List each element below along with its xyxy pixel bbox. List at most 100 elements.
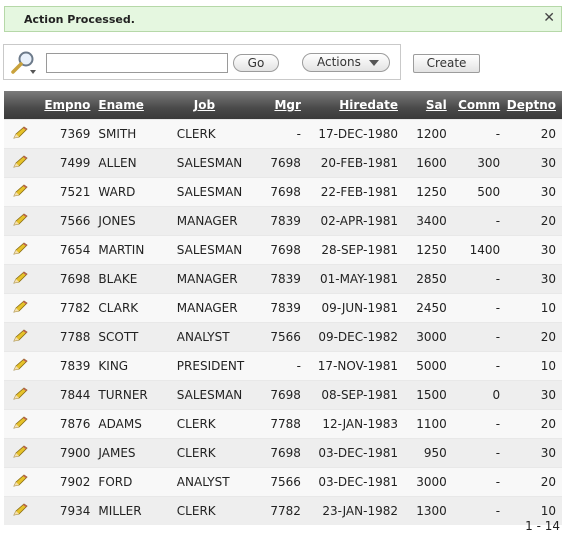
- table-row: 7654 MARTIN SALESMAN 7698 28-SEP-1981 1250 140…: [4, 235, 562, 265]
- cell-job: MANAGER: [168, 264, 266, 294]
- close-icon[interactable]: ✕: [543, 9, 555, 27]
- cell-mgr: 7839: [265, 293, 303, 323]
- cell-sal: 5000: [399, 351, 449, 381]
- cell-job: ANALYST: [168, 322, 266, 352]
- pencil-icon[interactable]: [12, 299, 29, 314]
- pencil-icon[interactable]: [12, 386, 29, 401]
- cell-sal: 950: [399, 438, 449, 468]
- cell-comm: -: [448, 293, 503, 323]
- column-header-empno[interactable]: Empno: [36, 91, 93, 120]
- cell-empno: 7369: [36, 119, 93, 149]
- cell-deptno: 20: [502, 119, 562, 149]
- cell-mgr: 7566: [265, 467, 303, 497]
- table-row: 7934 MILLER CLERK 7782 23-JAN-1982 1300-10: [4, 496, 562, 525]
- cell-comm: -: [448, 264, 503, 294]
- edit-cell: [4, 235, 37, 265]
- table-row: 7902 FORD ANALYST 7566 03-DEC-1981 3000-20: [4, 467, 562, 497]
- cell-hiredate: 22-FEB-1981: [302, 177, 400, 207]
- cell-ename: JAMES: [92, 438, 169, 468]
- cell-job: SALESMAN: [168, 380, 266, 410]
- success-banner: Action Processed. ✕: [4, 6, 562, 32]
- pencil-icon[interactable]: [12, 154, 29, 169]
- edit-cell: [4, 322, 37, 352]
- pencil-icon[interactable]: [12, 415, 29, 430]
- cell-empno: 7902: [36, 467, 93, 497]
- cell-empno: 7788: [36, 322, 93, 352]
- column-header-deptno[interactable]: Deptno: [502, 91, 562, 120]
- magnifier-icon[interactable]: [10, 50, 38, 76]
- cell-hiredate: 12-JAN-1983: [302, 409, 400, 439]
- cell-hiredate: 01-MAY-1981: [302, 264, 400, 294]
- cell-job: MANAGER: [168, 293, 266, 323]
- cell-hiredate: 28-SEP-1981: [302, 235, 400, 265]
- actions-menu-button[interactable]: Actions: [302, 53, 390, 72]
- cell-comm: -: [448, 206, 503, 236]
- column-header-job[interactable]: Job: [168, 91, 266, 120]
- pencil-icon[interactable]: [12, 502, 29, 517]
- pencil-icon[interactable]: [12, 125, 29, 140]
- table-row: 7369 SMITH CLERK -17-DEC-1980 1200-20: [4, 119, 562, 149]
- go-button[interactable]: Go: [233, 54, 279, 72]
- cell-job: MANAGER: [168, 206, 266, 236]
- cell-deptno: 30: [502, 264, 562, 294]
- edit-cell: [4, 119, 37, 149]
- create-button[interactable]: Create: [413, 54, 480, 73]
- cell-job: SALESMAN: [168, 235, 266, 265]
- cell-hiredate: 08-SEP-1981: [302, 380, 400, 410]
- pencil-icon[interactable]: [12, 444, 29, 459]
- pagination-range: 1 - 14: [525, 519, 560, 533]
- pencil-icon[interactable]: [12, 357, 29, 372]
- pencil-icon[interactable]: [12, 241, 29, 256]
- cell-empno: 7782: [36, 293, 93, 323]
- edit-cell: [4, 264, 37, 294]
- edit-cell: [4, 177, 37, 207]
- cell-ename: SCOTT: [92, 322, 169, 352]
- cell-ename: ALLEN: [92, 148, 169, 178]
- cell-empno: 7876: [36, 409, 93, 439]
- cell-comm: -: [448, 409, 503, 439]
- cell-deptno: 20: [502, 206, 562, 236]
- table-header-row: Empno Ename Job Mgr Hiredate Sal Comm De…: [4, 91, 562, 120]
- pencil-icon[interactable]: [12, 328, 29, 343]
- cell-mgr: 7698: [265, 148, 303, 178]
- cell-mgr: 7839: [265, 206, 303, 236]
- column-header-ename[interactable]: Ename: [92, 91, 169, 120]
- cell-comm: 500: [448, 177, 503, 207]
- cell-sal: 3000: [399, 467, 449, 497]
- table-row: 7521 WARD SALESMAN 7698 22-FEB-1981 1250 500 30: [4, 177, 562, 207]
- cell-comm: 1400: [448, 235, 503, 265]
- cell-sal: 1600: [399, 148, 449, 178]
- cell-mgr: -: [265, 119, 303, 149]
- pencil-icon[interactable]: [12, 473, 29, 488]
- cell-ename: ADAMS: [92, 409, 169, 439]
- pencil-icon[interactable]: [12, 270, 29, 285]
- search-input[interactable]: [46, 53, 228, 73]
- cell-deptno: 30: [502, 438, 562, 468]
- cell-mgr: 7698: [265, 380, 303, 410]
- edit-cell: [4, 293, 37, 323]
- column-header-sal[interactable]: Sal: [399, 91, 449, 120]
- cell-job: ANALYST: [168, 467, 266, 497]
- cell-deptno: 30: [502, 235, 562, 265]
- cell-job: CLERK: [168, 496, 266, 525]
- cell-ename: MILLER: [92, 496, 169, 525]
- cell-sal: 1200: [399, 119, 449, 149]
- edit-column-header: [4, 91, 37, 120]
- pencil-icon[interactable]: [12, 212, 29, 227]
- cell-job: CLERK: [168, 119, 266, 149]
- column-header-hiredate[interactable]: Hiredate: [302, 91, 400, 120]
- cell-empno: 7900: [36, 438, 93, 468]
- caret-down-icon: [369, 60, 379, 66]
- cell-empno: 7499: [36, 148, 93, 178]
- banner-message: Action Processed.: [24, 13, 135, 26]
- cell-empno: 7654: [36, 235, 93, 265]
- cell-job: SALESMAN: [168, 148, 266, 178]
- table-row: 7499 ALLEN SALESMAN 7698 20-FEB-1981 1600 300 3…: [4, 148, 562, 178]
- column-header-mgr[interactable]: Mgr: [265, 91, 303, 120]
- cell-hiredate: 17-NOV-1981: [302, 351, 400, 381]
- cell-job: CLERK: [168, 409, 266, 439]
- cell-sal: 1100: [399, 409, 449, 439]
- cell-mgr: 7698: [265, 438, 303, 468]
- column-header-comm[interactable]: Comm: [448, 91, 503, 120]
- pencil-icon[interactable]: [12, 183, 29, 198]
